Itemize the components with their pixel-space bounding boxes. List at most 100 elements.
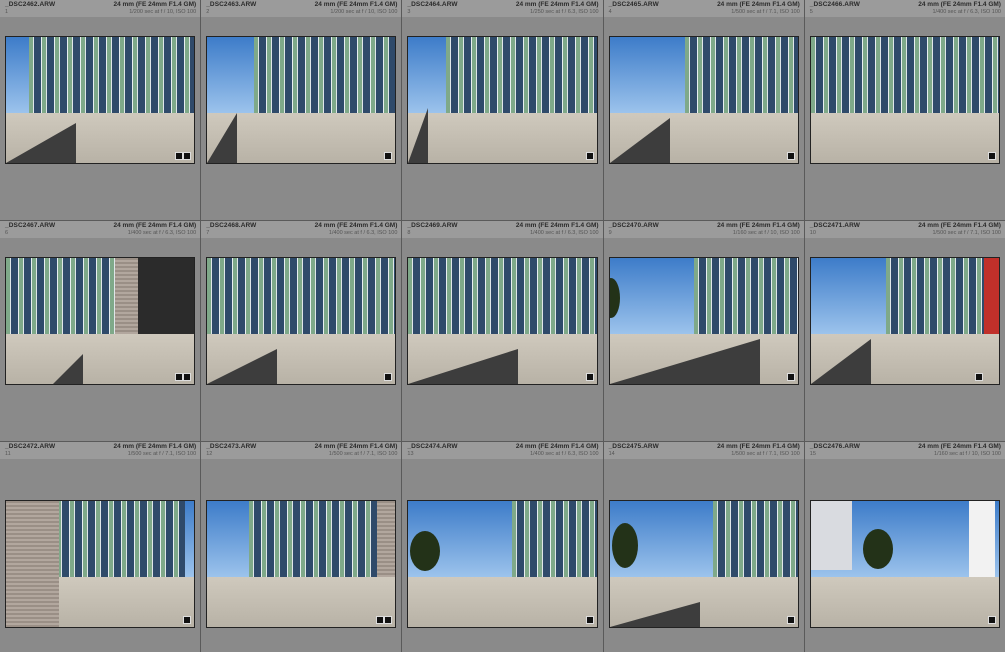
thumbnail-index: 2 — [206, 9, 210, 15]
thumbnail-index: 3 — [407, 9, 411, 15]
lens-info: 24 mm (FE 24mm F1.4 GM) — [515, 1, 599, 8]
lens-info: 24 mm (FE 24mm F1.4 GM) — [717, 222, 800, 229]
thumbnail-cell-7[interactable]: _DSC2468.ARW 7 24 mm (FE 24mm F1.4 GM) 1… — [201, 221, 402, 441]
thumbnail-image[interactable] — [809, 257, 1000, 385]
thumbnail-cell-3[interactable]: _DSC2464.ARW 3 24 mm (FE 24mm F1.4 GM) 1… — [402, 0, 603, 220]
lens-info: 24 mm (FE 24mm F1.4 GM) — [113, 1, 197, 8]
exposure-info: 1/400 sec at f / 6.3, ISO 100 — [328, 230, 398, 236]
edit-badge-icon[interactable] — [974, 373, 983, 381]
filename: _DSC2466.ARW — [809, 1, 861, 8]
thumbnail-grid: _DSC2462.ARW 1 24 mm (FE 24mm F1.4 GM) 1… — [0, 0, 1005, 652]
thumbnail-image[interactable] — [5, 36, 196, 164]
edit-badge-icon[interactable] — [786, 152, 795, 160]
thumbnail-cell-2[interactable]: _DSC2463.ARW 2 24 mm (FE 24mm F1.4 GM) 1… — [201, 0, 402, 220]
thumbnail-index: 7 — [206, 230, 210, 236]
crop-badge-icon[interactable] — [175, 373, 184, 381]
thumbnail-image[interactable] — [608, 500, 799, 628]
filename: _DSC2467.ARW — [5, 222, 56, 229]
filename: _DSC2465.ARW — [608, 1, 659, 8]
thumbnail-image[interactable] — [5, 257, 196, 385]
edit-badge-icon[interactable] — [987, 152, 996, 160]
edit-badge-icon[interactable] — [183, 373, 192, 381]
filename: _DSC2463.ARW — [206, 1, 257, 8]
thumbnail-cell-10[interactable]: _DSC2471.ARW 10 24 mm (FE 24mm F1.4 GM) … — [804, 221, 1005, 441]
thumbnail-header: _DSC2473.ARW 12 24 mm (FE 24mm F1.4 GM) … — [201, 442, 402, 459]
thumbnail-cell-8[interactable]: _DSC2469.ARW 8 24 mm (FE 24mm F1.4 GM) 1… — [402, 221, 603, 441]
thumbnail-cell-14[interactable]: _DSC2475.ARW 14 24 mm (FE 24mm F1.4 GM) … — [603, 442, 804, 652]
lens-info: 24 mm (FE 24mm F1.4 GM) — [314, 1, 398, 8]
thumbnail-header: _DSC2462.ARW 1 24 mm (FE 24mm F1.4 GM) 1… — [0, 0, 201, 17]
filename: _DSC2464.ARW — [407, 1, 458, 8]
thumbnail-header: _DSC2464.ARW 3 24 mm (FE 24mm F1.4 GM) 1… — [402, 0, 603, 17]
lens-info: 24 mm (FE 24mm F1.4 GM) — [314, 222, 398, 229]
exposure-info: 1/250 sec at f / 6.3, ISO 100 — [530, 9, 599, 15]
edit-badge-icon[interactable] — [183, 616, 192, 624]
lens-info: 24 mm (FE 24mm F1.4 GM) — [113, 222, 197, 229]
thumbnail-cell-6[interactable]: _DSC2467.ARW 6 24 mm (FE 24mm F1.4 GM) 1… — [0, 221, 201, 441]
thumbnail-header: _DSC2469.ARW 8 24 mm (FE 24mm F1.4 GM) 1… — [402, 221, 603, 238]
edit-badge-icon[interactable] — [585, 152, 594, 160]
lens-info: 24 mm (FE 24mm F1.4 GM) — [113, 443, 197, 450]
edit-badge-icon[interactable] — [786, 616, 795, 624]
thumbnail-index: 12 — [206, 451, 213, 457]
thumbnail-cell-9[interactable]: _DSC2470.ARW 9 24 mm (FE 24mm F1.4 GM) 1… — [603, 221, 804, 441]
edit-badge-icon[interactable] — [585, 616, 594, 624]
edit-badge-icon[interactable] — [987, 616, 996, 624]
crop-badge-icon[interactable] — [376, 616, 385, 624]
filename: _DSC2472.ARW — [5, 443, 56, 450]
edit-badge-icon[interactable] — [585, 373, 594, 381]
thumbnail-header: _DSC2474.ARW 13 24 mm (FE 24mm F1.4 GM) … — [402, 442, 603, 459]
thumbnail-header: _DSC2470.ARW 9 24 mm (FE 24mm F1.4 GM) 1… — [603, 221, 804, 238]
thumbnail-header: _DSC2468.ARW 7 24 mm (FE 24mm F1.4 GM) 1… — [201, 221, 402, 238]
filename: _DSC2462.ARW — [5, 1, 56, 8]
thumbnail-image[interactable] — [206, 500, 397, 628]
edit-badge-icon[interactable] — [384, 152, 393, 160]
thumbnail-index: 11 — [5, 451, 11, 457]
edit-badge-icon[interactable] — [384, 616, 393, 624]
thumbnail-image[interactable] — [407, 500, 598, 628]
thumbnail-image[interactable] — [407, 257, 598, 385]
thumbnail-index: 9 — [608, 230, 612, 236]
thumbnail-cell-11[interactable]: _DSC2472.ARW 11 24 mm (FE 24mm F1.4 GM) … — [0, 442, 201, 652]
thumbnail-image[interactable] — [608, 257, 799, 385]
filename: _DSC2469.ARW — [407, 222, 458, 229]
thumbnail-index: 4 — [608, 9, 612, 15]
thumbnail-index: 1 — [5, 9, 9, 15]
thumbnail-header: _DSC2471.ARW 10 24 mm (FE 24mm F1.4 GM) … — [804, 221, 1005, 238]
thumbnail-cell-12[interactable]: _DSC2473.ARW 12 24 mm (FE 24mm F1.4 GM) … — [201, 442, 402, 652]
thumbnail-cell-15[interactable]: _DSC2476.ARW 15 24 mm (FE 24mm F1.4 GM) … — [804, 442, 1005, 652]
thumbnail-cell-4[interactable]: _DSC2465.ARW 4 24 mm (FE 24mm F1.4 GM) 1… — [603, 0, 804, 220]
thumbnail-header: _DSC2465.ARW 4 24 mm (FE 24mm F1.4 GM) 1… — [603, 0, 804, 17]
edit-badge-icon[interactable] — [384, 373, 393, 381]
thumbnail-index: 8 — [407, 230, 411, 236]
thumbnail-image[interactable] — [5, 500, 196, 628]
exposure-info: 1/500 sec at f / 7.1, ISO 100 — [932, 230, 1001, 236]
thumbnail-header: _DSC2476.ARW 15 24 mm (FE 24mm F1.4 GM) … — [804, 442, 1005, 459]
exposure-info: 1/500 sec at f / 7.1, ISO 100 — [328, 451, 398, 457]
thumbnail-header: _DSC2466.ARW 5 24 mm (FE 24mm F1.4 GM) 1… — [804, 0, 1005, 17]
thumbnail-index: 13 — [407, 451, 414, 457]
thumbnail-image[interactable] — [206, 36, 397, 164]
thumbnail-cell-13[interactable]: _DSC2474.ARW 13 24 mm (FE 24mm F1.4 GM) … — [402, 442, 603, 652]
lens-info: 24 mm (FE 24mm F1.4 GM) — [918, 1, 1001, 8]
lens-info: 24 mm (FE 24mm F1.4 GM) — [515, 443, 599, 450]
lens-info: 24 mm (FE 24mm F1.4 GM) — [717, 443, 800, 450]
thumbnail-image[interactable] — [608, 36, 799, 164]
crop-badge-icon[interactable] — [175, 152, 184, 160]
thumbnail-index: 14 — [608, 451, 615, 457]
edit-badge-icon[interactable] — [183, 152, 192, 160]
thumbnail-index: 5 — [809, 9, 813, 15]
thumbnail-index: 15 — [809, 451, 816, 457]
exposure-info: 1/500 sec at f / 7.1, ISO 100 — [731, 451, 800, 457]
thumbnail-cell-5[interactable]: _DSC2466.ARW 5 24 mm (FE 24mm F1.4 GM) 1… — [804, 0, 1005, 220]
thumbnail-image[interactable] — [809, 500, 1000, 628]
thumbnail-image[interactable] — [407, 36, 598, 164]
lens-info: 24 mm (FE 24mm F1.4 GM) — [314, 443, 398, 450]
thumbnail-index: 10 — [809, 230, 816, 236]
thumbnail-cell-1[interactable]: _DSC2462.ARW 1 24 mm (FE 24mm F1.4 GM) 1… — [0, 0, 201, 220]
lens-info: 24 mm (FE 24mm F1.4 GM) — [918, 443, 1001, 450]
exposure-info: 1/500 sec at f / 7.1, ISO 100 — [127, 451, 197, 457]
edit-badge-icon[interactable] — [786, 373, 795, 381]
thumbnail-image[interactable] — [206, 257, 397, 385]
thumbnail-image[interactable] — [809, 36, 1000, 164]
